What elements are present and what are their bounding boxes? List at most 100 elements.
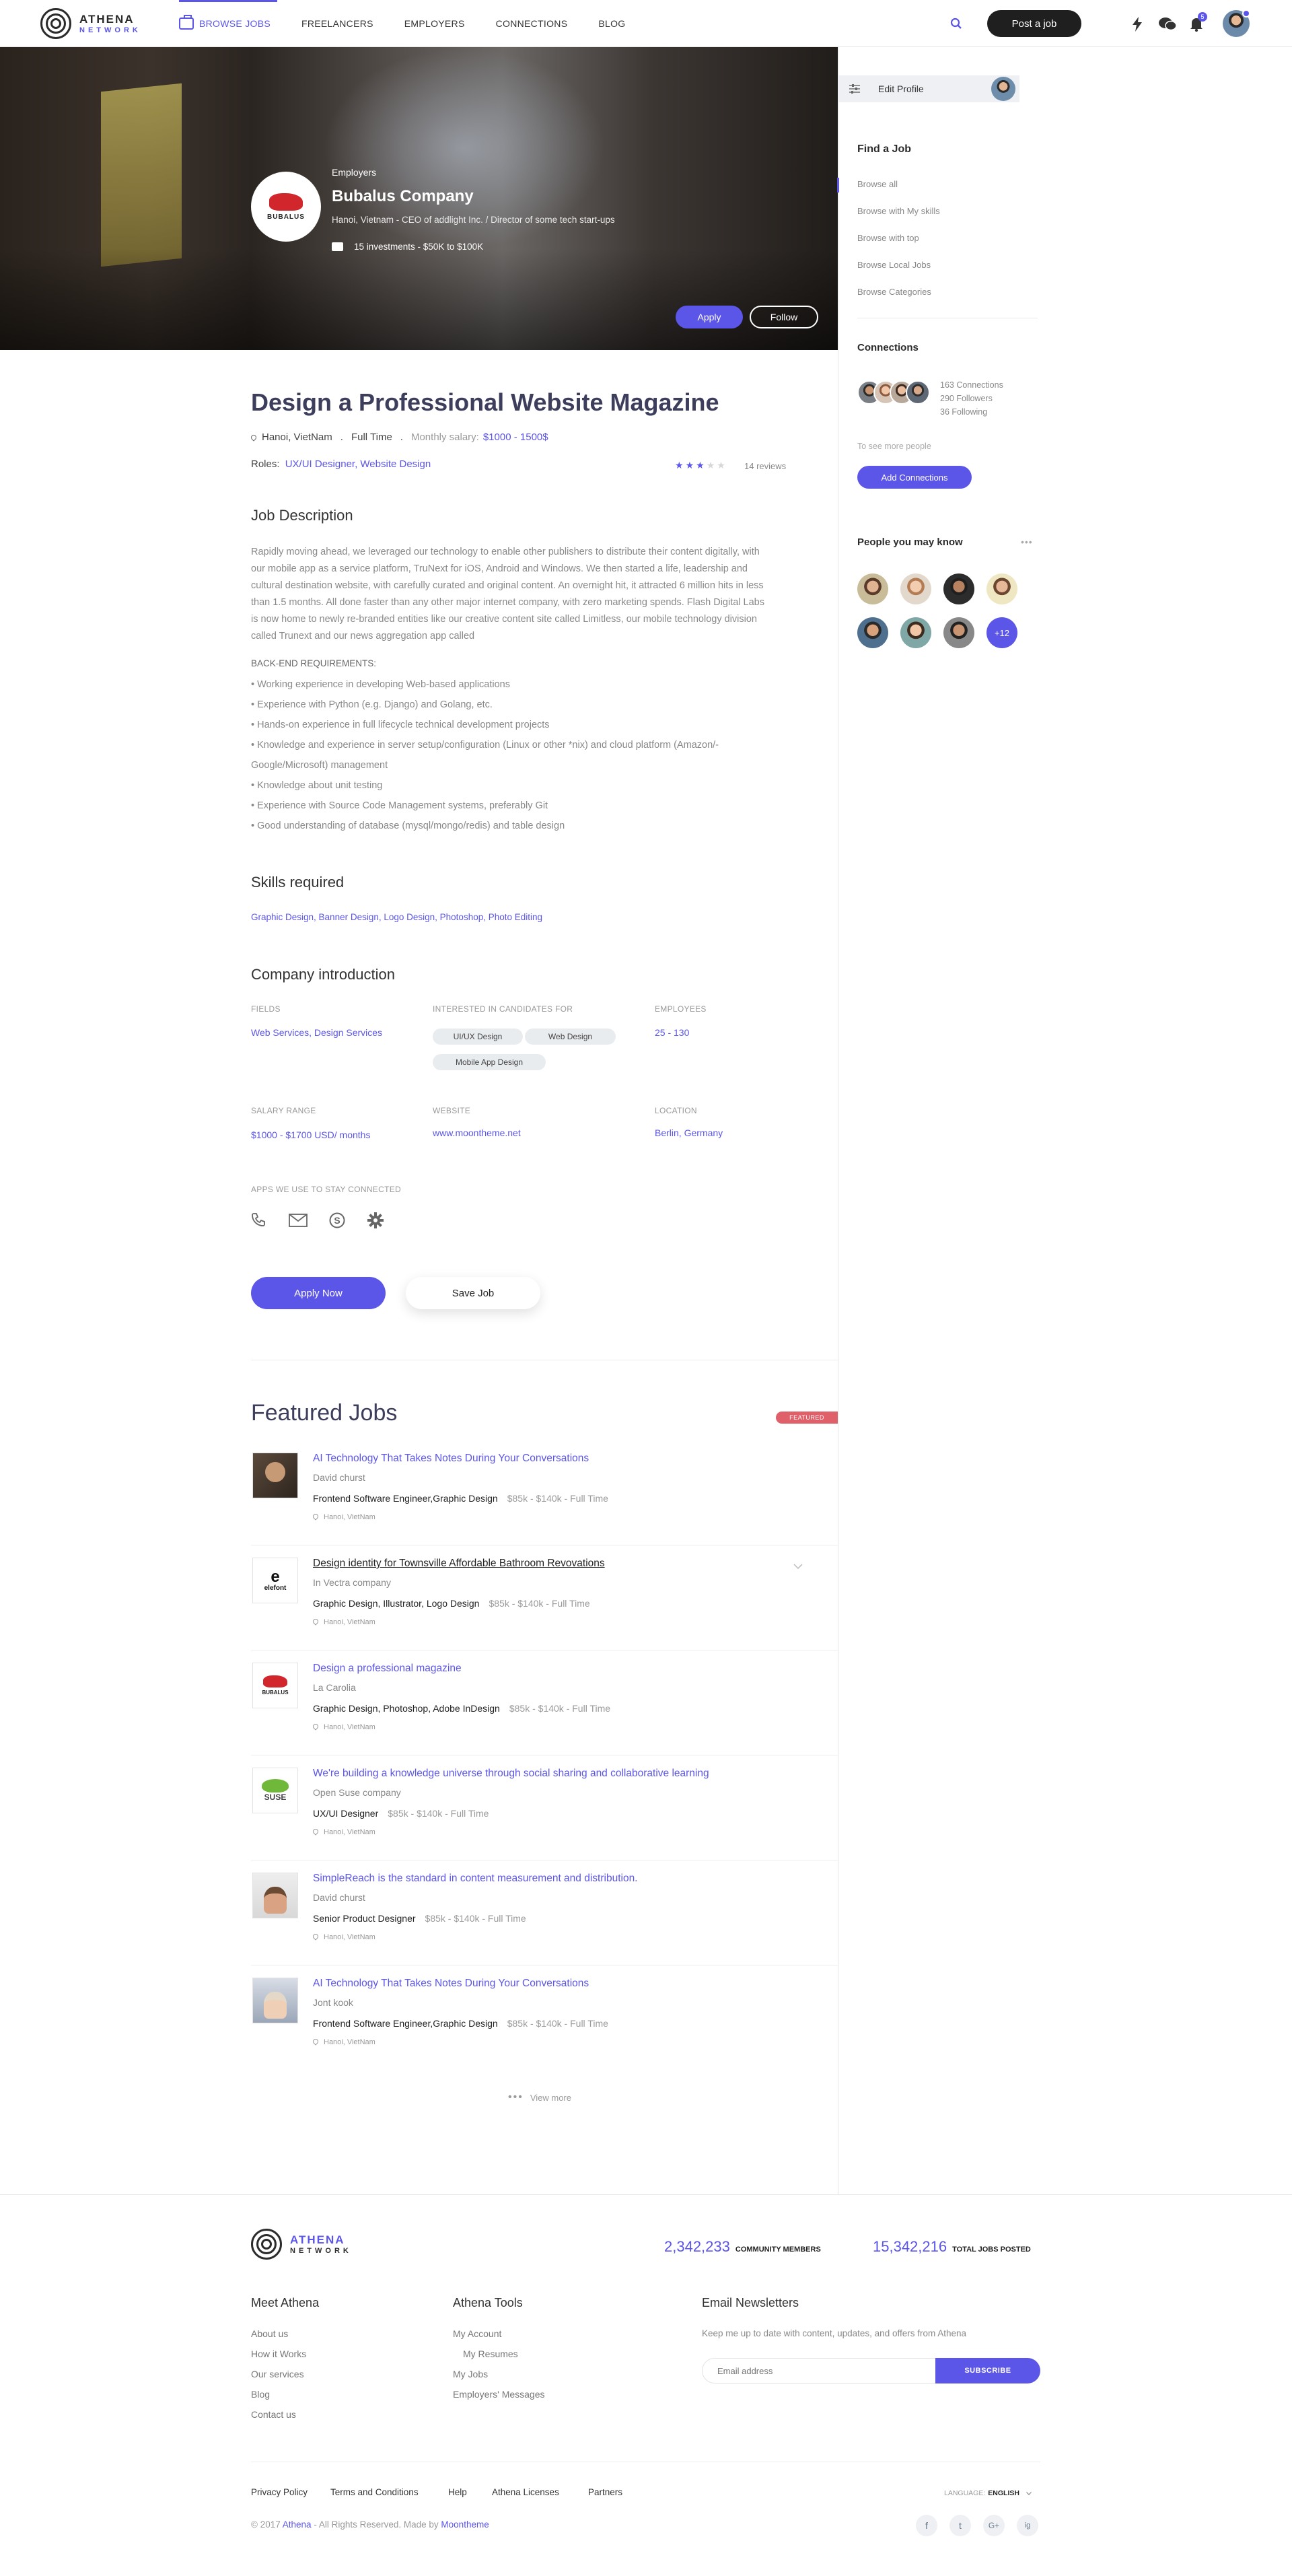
featured-job-row[interactable]: e elefont Design identity for Townsville…	[251, 1545, 838, 1650]
featured-job-row[interactable]: SimpleReach is the standard in content m…	[251, 1860, 838, 1965]
suggested-person-avatar[interactable]	[857, 573, 888, 604]
online-status-dot	[1242, 9, 1250, 18]
footer-link-how-it-works[interactable]: How it Works	[251, 2348, 306, 2359]
featured-job-salary: $85k - $140k - Full Time	[507, 2018, 608, 2029]
location-pin-icon	[312, 1617, 320, 1626]
facebook-icon[interactable]: f	[916, 2515, 937, 2536]
google-plus-icon[interactable]: G+	[983, 2515, 1005, 2536]
connection-avatar[interactable]	[906, 380, 930, 405]
featured-job-title[interactable]: We're building a knowledge universe thro…	[313, 1768, 709, 1780]
footer-link-my-jobs[interactable]: My Jobs	[453, 2369, 488, 2379]
suggested-person-avatar[interactable]	[943, 573, 974, 604]
twitter-icon[interactable]: t	[949, 2515, 971, 2536]
add-connections-button[interactable]: Add Connections	[857, 466, 972, 489]
featured-job-location: Hanoi, VietNam	[312, 1933, 375, 1941]
featured-job-row[interactable]: AI Technology That Takes Notes During Yo…	[251, 1440, 838, 1545]
footer-link-contact[interactable]: Contact us	[251, 2409, 296, 2420]
website-link[interactable]: www.moontheme.net	[433, 1127, 521, 1138]
phone-icon[interactable]	[251, 1212, 267, 1228]
featured-job-title[interactable]: AI Technology That Takes Notes During Yo…	[313, 1453, 589, 1465]
copyright-maker-link[interactable]: Moontheme	[441, 2519, 489, 2530]
chevron-down-icon[interactable]	[793, 1560, 803, 1570]
requirement-item: Google/Microsoft) management	[251, 760, 388, 771]
featured-job-title[interactable]: AI Technology That Takes Notes During Yo…	[313, 1978, 589, 1990]
language-selector[interactable]: LANGUAGE: ENGLISH	[944, 2489, 1032, 2497]
find-job-link-local[interactable]: Browse Local Jobs	[857, 260, 931, 270]
edit-profile-bar[interactable]: Edit Profile	[838, 75, 1019, 102]
nav-blog[interactable]: BLOG	[598, 0, 625, 47]
chat-icon[interactable]	[1157, 16, 1178, 32]
meet-athena-heading: Meet Athena	[251, 2296, 320, 2309]
find-job-link-categories[interactable]: Browse Categories	[857, 287, 931, 297]
suggested-person-avatar[interactable]	[943, 617, 974, 648]
hero-follow-button[interactable]: Follow	[750, 306, 818, 328]
more-people-button[interactable]: +12	[986, 617, 1017, 648]
instagram-icon[interactable]: ig	[1017, 2515, 1038, 2536]
find-job-link-top[interactable]: Browse with top	[857, 233, 919, 243]
licenses-link[interactable]: Athena Licenses	[492, 2487, 559, 2497]
hero-apply-button[interactable]: Apply	[676, 306, 743, 328]
hero-background-floor	[0, 249, 838, 350]
skills-list[interactable]: Graphic Design, Banner Design, Logo Desi…	[251, 912, 542, 922]
nav-connections[interactable]: CONNECTIONS	[496, 0, 568, 47]
footer-link-blog[interactable]: Blog	[251, 2389, 270, 2400]
athena-logo[interactable]: ATHENA NETWORK	[40, 8, 141, 39]
find-job-link-my-skills[interactable]: Browse with My skills	[857, 206, 940, 216]
skype-icon[interactable]: S	[328, 1212, 346, 1229]
location-pin-icon	[312, 1722, 320, 1731]
lightning-icon[interactable]	[1130, 16, 1144, 32]
footer-logo[interactable]: ATHENA NETWORK	[251, 2229, 352, 2260]
elefont-logo-icon: e	[271, 1567, 280, 1586]
profile-avatar[interactable]	[991, 77, 1015, 101]
post-job-button[interactable]: Post a job	[987, 10, 1081, 37]
footer-logo-title: ATHENA	[290, 2233, 345, 2246]
salary-range-value: $1000 - $1700 USD/ months	[251, 1129, 371, 1140]
featured-job-row[interactable]: SUSE We're building a knowledge universe…	[251, 1755, 838, 1860]
subscribe-button[interactable]: SUBSCRIBE	[935, 2358, 1040, 2383]
requirements-heading: BACK-END REQUIREMENTS:	[251, 658, 377, 668]
copyright-brand[interactable]: Athena	[283, 2519, 312, 2530]
settings-gear-icon[interactable]	[367, 1212, 384, 1229]
followers-count[interactable]: 290 Followers	[940, 394, 993, 403]
footer-link-my-account[interactable]: My Account	[453, 2328, 501, 2339]
footer-link-services[interactable]: Our services	[251, 2369, 304, 2379]
view-more-link[interactable]: ••• View more	[508, 2091, 571, 2103]
suggested-person-avatar[interactable]	[900, 573, 931, 604]
nav-browse-jobs[interactable]: BROWSE JOBS	[179, 0, 277, 47]
apply-now-button[interactable]: Apply Now	[251, 1277, 386, 1309]
featured-job-title[interactable]: SimpleReach is the standard in content m…	[313, 1873, 638, 1885]
bull-logo-icon	[269, 193, 303, 211]
privacy-policy-link[interactable]: Privacy Policy	[251, 2487, 308, 2497]
featured-job-row[interactable]: BUBALUS Design a professional magazine L…	[251, 1650, 838, 1755]
following-count[interactable]: 36 Following	[940, 407, 987, 417]
footer-link-my-resumes[interactable]: My Resumes	[463, 2348, 518, 2359]
more-options-icon[interactable]: •••	[1021, 536, 1033, 547]
featured-job-row[interactable]: AI Technology That Takes Notes During Yo…	[251, 1965, 838, 2070]
nav-label: BROWSE JOBS	[199, 18, 271, 29]
search-icon[interactable]	[949, 16, 964, 31]
help-link[interactable]: Help	[448, 2487, 467, 2497]
save-job-button[interactable]: Save Job	[406, 1277, 540, 1309]
mail-icon[interactable]	[289, 1214, 309, 1228]
interest-tag: Mobile App Design	[433, 1054, 546, 1070]
nav-freelancers[interactable]: FREELANCERS	[301, 0, 373, 47]
reviews-count[interactable]: 14 reviews	[744, 461, 786, 471]
featured-job-title[interactable]: Design identity for Townsville Affordabl…	[313, 1558, 605, 1570]
fields-value[interactable]: Web Services, Design Services	[251, 1027, 382, 1038]
roles-value[interactable]: UX/UI Designer, Website Design	[285, 458, 431, 470]
suggested-person-avatar[interactable]	[900, 617, 931, 648]
hero-company-name[interactable]: Bubalus Company	[332, 187, 474, 206]
suggested-person-avatar[interactable]	[986, 573, 1017, 604]
requirements-list: • Working experience in developing Web-b…	[251, 674, 789, 836]
footer-link-employers-messages[interactable]: Employers' Messages	[453, 2389, 545, 2400]
find-job-link-browse-all[interactable]: Browse all	[857, 179, 898, 189]
nav-employers[interactable]: EMPLOYERS	[404, 0, 465, 47]
suggested-person-avatar[interactable]	[857, 617, 888, 648]
newsletter-email-input[interactable]	[702, 2358, 936, 2383]
featured-job-title[interactable]: Design a professional magazine	[313, 1663, 462, 1675]
skills-heading: Skills required	[251, 874, 345, 891]
terms-link[interactable]: Terms and Conditions	[330, 2487, 419, 2497]
footer-link-about[interactable]: About us	[251, 2328, 288, 2339]
partners-link[interactable]: Partners	[588, 2487, 622, 2497]
connections-count[interactable]: 163 Connections	[940, 380, 1003, 390]
